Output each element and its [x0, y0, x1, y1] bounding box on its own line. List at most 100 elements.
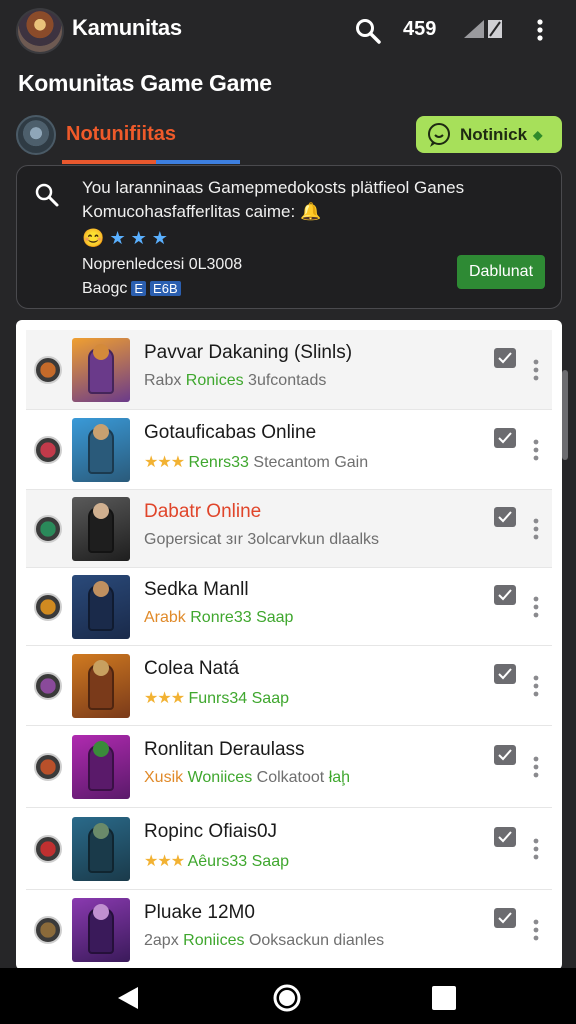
game-subtitle: Xusik Woniices Colkatoot łaḩ [144, 769, 350, 787]
more-icon[interactable] [532, 918, 540, 942]
game-badge-icon [34, 916, 62, 944]
game-title[interactable]: Sedka Manll [144, 579, 249, 601]
check-icon[interactable] [494, 827, 516, 847]
list-item[interactable]: Ropinc Ofiais0J ★★★ Aêurs33 Saap [26, 808, 552, 890]
badge-chip: E6B [150, 281, 181, 296]
check-icon[interactable] [494, 348, 516, 368]
game-title[interactable]: Ronlitan Deraulass [144, 739, 305, 761]
character-head [93, 344, 109, 360]
more-icon[interactable] [532, 674, 540, 698]
check-icon[interactable] [494, 745, 516, 765]
game-badge-icon [34, 835, 62, 863]
game-badge-icon [34, 356, 62, 384]
bell-icon: 🔔 [299, 202, 322, 221]
badge-chip: E [131, 281, 147, 296]
game-title[interactable]: Ropinc Ofiais0J [144, 821, 277, 843]
game-thumbnail[interactable] [72, 497, 130, 561]
character-head [93, 660, 109, 676]
more-icon[interactable] [532, 837, 540, 861]
check-icon[interactable] [494, 507, 516, 527]
check-icon[interactable] [494, 908, 516, 928]
info-text-line4: Baogc E E6B [82, 280, 181, 298]
community-name[interactable]: Notunifiitas [66, 123, 176, 146]
notify-button[interactable]: Notinick ◆ [416, 116, 562, 153]
list-item[interactable]: Ronlitan Deraulass Xusik Woniices Colkato… [26, 726, 552, 808]
game-subtitle: ★★★ Renrs33 Stecantom Gain [144, 452, 368, 472]
subtitle-segment: Gopersicat зır 3olcarvkun dlaalks [144, 531, 379, 548]
tab-indicator-primary [62, 160, 156, 164]
subtitle-segment: Ronices [185, 372, 244, 389]
check-icon[interactable] [494, 664, 516, 684]
character-head [93, 503, 109, 519]
subtitle-segment: Renrs33 [184, 454, 249, 471]
list-item[interactable]: Gotauficabas Online ★★★ Renrs33 Stecantom… [26, 410, 552, 490]
subtitle-segment: 3ufcontads [243, 372, 327, 389]
tab-indicator-secondary [156, 160, 240, 164]
more-icon[interactable] [532, 755, 540, 779]
community-avatar[interactable] [16, 115, 56, 155]
subtitle-segment: Aêurs33 Saap [184, 853, 289, 870]
list-item[interactable]: Pluake 12M0 2apx Roniices Ooksackun dianl… [26, 890, 552, 970]
check-icon[interactable] [494, 428, 516, 448]
search-icon[interactable] [354, 17, 382, 45]
star-icon: ★ [109, 228, 126, 248]
more-icon[interactable] [532, 358, 540, 382]
subtitle-segment: 2apx [144, 932, 184, 949]
more-icon[interactable] [532, 595, 540, 619]
game-title[interactable]: Pluake 12M0 [144, 902, 255, 924]
game-subtitle: 2apx Roniices Ooksackun dianles [144, 932, 384, 950]
subtitle-segment: Funrs34 Saap [184, 690, 289, 707]
subtitle-segment: Roniices [183, 932, 245, 949]
list-item[interactable]: Dabatr Online Gopersicat зır 3olcarvkun d… [26, 490, 552, 568]
game-title[interactable]: Pavvar Dakaning (Slinls) [144, 342, 352, 364]
game-thumbnail[interactable] [72, 418, 130, 482]
home-icon[interactable] [272, 983, 302, 1013]
game-thumbnail[interactable] [72, 338, 130, 402]
subtitle-segment: Stecantom Gain [248, 454, 369, 471]
signal-icon [464, 20, 502, 38]
game-list: Pavvar Dakaning (Slinls) Rabx Ronices 3uf… [16, 320, 562, 970]
star-icon: ★ [151, 228, 168, 248]
subtitle-segment: Rabx [144, 372, 186, 389]
subtitle-segment: Xusik [144, 769, 188, 786]
app-avatar[interactable] [16, 8, 64, 54]
subtitle-segment: Colkatoot [252, 769, 329, 786]
character-head [93, 581, 109, 597]
game-badge-icon [34, 515, 62, 543]
more-icon[interactable] [532, 438, 540, 462]
info-text-line2: Komucohasfafferlitas caime: 🔔 [82, 202, 322, 221]
game-subtitle: ★★★ Aêurs33 Saap [144, 851, 289, 871]
notification-count[interactable]: 459 [403, 18, 436, 41]
game-badge-icon [34, 436, 62, 464]
list-item[interactable]: Pavvar Dakaning (Slinls) Rabx Ronices 3uf… [26, 330, 552, 410]
list-item[interactable]: Sedka Manll Arabk Ronre33 Saap [26, 568, 552, 646]
more-icon[interactable] [532, 517, 540, 541]
info-text-line1: You laranninaas Gamepmedokosts plätfieol… [82, 178, 465, 197]
game-badge-icon [34, 593, 62, 621]
game-thumbnail[interactable] [72, 817, 130, 881]
smile-icon: 😊 [82, 228, 105, 248]
subtitle-segment: Woniices [187, 769, 253, 786]
game-thumbnail[interactable] [72, 735, 130, 799]
game-thumbnail[interactable] [72, 575, 130, 639]
star-rating: ★★★ [144, 853, 185, 870]
recents-icon[interactable] [432, 986, 456, 1010]
chat-icon [428, 122, 450, 147]
search-icon[interactable] [34, 182, 60, 208]
check-icon[interactable] [494, 585, 516, 605]
star-rating: ★★★ [144, 690, 185, 707]
game-title[interactable]: Gotauficabas Online [144, 422, 316, 444]
rating-emojis: 😊 ★ ★ ★ [82, 228, 168, 249]
list-item[interactable]: Colea Natá ★★★ Funrs34 Saap [26, 646, 552, 726]
page-title: Komunitas Game Game [18, 70, 272, 96]
game-title[interactable]: Colea Natá [144, 658, 239, 680]
more-icon[interactable] [528, 16, 552, 44]
game-thumbnail[interactable] [72, 654, 130, 718]
back-icon[interactable] [114, 984, 142, 1012]
character-head [93, 424, 109, 440]
game-title[interactable]: Dabatr Online [144, 501, 261, 523]
scrollbar-thumb[interactable] [562, 370, 568, 460]
download-button[interactable]: Dablunat [457, 255, 545, 289]
subtitle-segment: Arabk [144, 609, 191, 626]
game-thumbnail[interactable] [72, 898, 130, 962]
